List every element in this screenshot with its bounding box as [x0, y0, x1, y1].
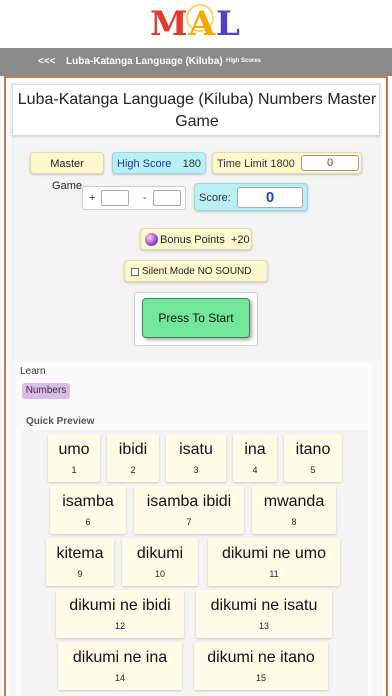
- time-counter: 0: [301, 155, 359, 171]
- minus-answer-field[interactable]: [153, 190, 181, 206]
- card-number: 10: [154, 569, 165, 579]
- high-score-label: High Score: [117, 158, 172, 170]
- bonus-points-label: Bonus Points: [160, 234, 225, 246]
- card-word: dikumi ne ibidi: [69, 597, 171, 614]
- page-title: Luba-Katanga Language (Kiluba) Numbers M…: [17, 91, 377, 130]
- number-card[interactable]: dikumi 10: [122, 538, 198, 586]
- plus-answer-field[interactable]: [101, 190, 129, 206]
- score-label: Score:: [199, 192, 231, 204]
- app-header: MAL: [0, 0, 392, 48]
- minus-sign: -: [143, 192, 147, 204]
- number-card[interactable]: dikumi ne umo 11: [208, 538, 340, 586]
- card-number: 13: [258, 621, 269, 631]
- bonus-points-badge: Bonus Points +20: [140, 228, 252, 250]
- high-score-badge: High Score 180: [112, 152, 206, 174]
- card-word: dikumi ne isatu: [210, 597, 318, 614]
- numbers-button[interactable]: Numbers: [22, 383, 70, 399]
- number-card[interactable]: itano 5: [284, 434, 342, 482]
- language-title-link[interactable]: Luba-Katanga Language (Kiluba): [66, 56, 223, 67]
- number-card[interactable]: kitema 9: [46, 538, 114, 586]
- plus-sign: +: [89, 192, 96, 204]
- score-value: 0: [237, 187, 303, 208]
- high-score-value: 180: [182, 158, 201, 170]
- start-button[interactable]: Press To Start: [142, 298, 250, 338]
- score-box: Score: 0: [194, 183, 308, 211]
- card-number: 2: [130, 465, 136, 475]
- number-card[interactable]: ibidi 2: [107, 434, 159, 482]
- card-number: 11: [269, 569, 279, 579]
- card-word: dikumi ne ina: [72, 649, 168, 666]
- number-card[interactable]: isatu 3: [166, 434, 226, 482]
- card-number: 3: [193, 465, 199, 475]
- number-card[interactable]: ina 4: [233, 434, 277, 482]
- card-number: 9: [77, 569, 83, 579]
- mal-logo[interactable]: MAL: [150, 4, 241, 44]
- back-link[interactable]: <<<: [38, 56, 56, 67]
- card-word: isamba ibidi: [146, 493, 232, 510]
- card-number: 14: [114, 673, 125, 683]
- card-number: 7: [186, 517, 192, 527]
- number-card[interactable]: isamba ibidi 7: [134, 486, 244, 534]
- master-game-badge[interactable]: Master Game: [30, 152, 104, 192]
- card-word: dikumi ne umo: [221, 545, 327, 562]
- card-word: itano: [295, 441, 331, 458]
- card-word: umo: [58, 441, 90, 458]
- app-screen: MAL <<< Luba-Katanga Language (Kiluba) H…: [0, 0, 392, 696]
- card-number: 1: [71, 465, 77, 475]
- card-number: 4: [252, 465, 258, 475]
- card-number: 5: [310, 465, 316, 475]
- bonus-points-value: +20: [231, 234, 250, 246]
- learn-label: Learn: [20, 366, 46, 377]
- number-card[interactable]: isamba 6: [50, 486, 126, 534]
- card-word: isatu: [179, 441, 213, 458]
- number-card[interactable]: dikumi ne ibidi 12: [56, 590, 184, 638]
- time-limit-badge: Time Limit 1800 0: [212, 152, 362, 174]
- answer-operators: + -: [82, 186, 186, 210]
- silent-mode-checkbox[interactable]: [131, 268, 139, 276]
- page-title-box: Luba-Katanga Language (Kiluba) Numbers M…: [12, 84, 380, 136]
- card-number: 15: [255, 673, 266, 683]
- card-word: isamba: [62, 493, 114, 510]
- card-number: 8: [291, 517, 297, 527]
- number-card[interactable]: dikumi ne isatu 13: [196, 590, 332, 638]
- card-word: dikumi: [136, 545, 184, 562]
- silent-mode-label: Silent Mode NO SOUND: [142, 266, 252, 277]
- number-card[interactable]: dikumi ne ina 14: [58, 642, 182, 690]
- card-number: 12: [114, 621, 125, 631]
- bonus-gem-icon: [145, 233, 158, 246]
- card-word: dikumi ne itano: [207, 649, 315, 666]
- card-word: kitema: [56, 545, 104, 562]
- time-limit-label: Time Limit 1800: [217, 158, 295, 170]
- number-card[interactable]: mwanda 8: [252, 486, 336, 534]
- card-word: ina: [244, 441, 266, 458]
- card-number: 6: [85, 517, 91, 527]
- high-scores-link[interactable]: High Scores: [226, 58, 261, 64]
- quick-preview-label: Quick Preview: [26, 416, 95, 427]
- card-word: ibidi: [118, 441, 148, 458]
- card-word: mwanda: [263, 493, 325, 510]
- nav-bar: <<< Luba-Katanga Language (Kiluba) High …: [0, 48, 392, 76]
- number-card[interactable]: dikumi ne itano 15: [194, 642, 328, 690]
- silent-mode-toggle[interactable]: Silent Mode NO SOUND: [124, 260, 268, 282]
- number-card[interactable]: umo 1: [48, 434, 100, 482]
